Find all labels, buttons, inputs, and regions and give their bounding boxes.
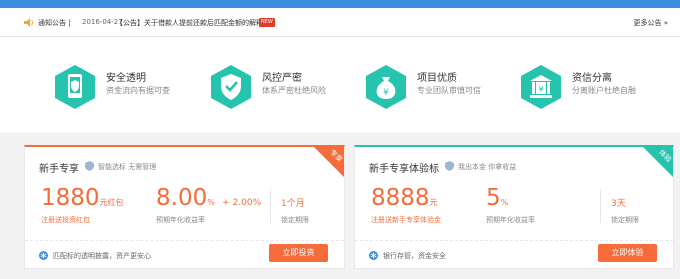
divider [270,189,271,223]
bonus-caption: 注册送投资红包 [41,216,90,224]
notice-bar: 通知公告 | 2016-04-27 【公告】关于借款人提前还款后匹配金额的解释 … [0,8,680,37]
card-tag: 智能选标 无需管理 [98,163,157,171]
ribbon: 体验 [643,147,673,177]
rate-value: 8.00 [156,185,208,211]
trial-card: 体验 新手专享体验标 我出本金 你拿收益 8888元 注册送新手专享体验金 5%… [354,145,674,269]
trial-amount: 8888元 [371,185,438,211]
term-caption: 锁定期限 [281,216,309,224]
shield-check-icon [211,65,251,109]
rate-unit: % [207,198,215,207]
shield-icon [445,161,454,171]
more-notices-link[interactable]: 更多公告 » [633,18,668,28]
divider [600,189,601,223]
rate-value: 5 [486,185,501,211]
rate-unit: % [500,198,509,207]
rate-caption: 预期年化收益率 [156,216,205,224]
feature-title: 风控严密 [262,73,302,84]
invest-now-button[interactable]: 立即投资 [269,244,328,262]
shield-icon [85,161,94,171]
term-caption: 锁定期限 [611,216,639,224]
rate-bonus: + 2.00% [222,198,262,208]
term-value: 3天 [611,199,626,209]
top-bar [0,0,680,8]
feature-subtitle: 资金流向有据可查 [106,86,170,95]
trial-amount-value: 8888 [371,185,430,211]
feature-title: 项目优质 [417,73,457,84]
bonus-amount-value: 1880 [41,185,100,211]
bank-icon: ¥ [521,65,561,109]
trial-caption: 注册送新手专享体验金 [371,216,441,224]
feature-subtitle: 体系严密杜绝风险 [262,86,326,95]
speaker-icon [24,18,33,27]
footer-text: 匹配标的透明披露，资产更安心 [53,252,151,260]
snowflake-icon [369,251,378,260]
notice-label: 通知公告 | [38,19,71,27]
money-bag-icon: ¥ [366,65,406,109]
rate-caption: 预期年化收益率 [486,216,535,224]
feature-title: 安全透明 [106,73,146,84]
footer-text: 银行存管，资金安全 [383,252,446,260]
trial-amount-unit: 元 [429,198,438,207]
newbie-exclusive-card: 专享 新手专享 智能选标 无需管理 1880元红包 注册送投资红包 8.00% … [24,145,345,269]
bonus-amount: 1880元红包 [41,185,124,211]
ribbon: 专享 [314,147,344,177]
bonus-amount-unit: 元红包 [99,198,124,207]
card-title: 新手专享体验标 [369,164,439,175]
notice-link[interactable]: 【公告】关于借款人提前还款后匹配金额的解释 [116,18,263,28]
snowflake-icon [39,251,48,260]
expected-rate: 5% [486,185,508,211]
phone-shield-icon [55,65,95,109]
feature-title: 资信分离 [572,73,612,84]
expected-rate: 8.00% + 2.00% [156,185,261,211]
feature-subtitle: 专业团队审慎可信 [417,86,481,95]
feature-subtitle: 分离账户杜绝自融 [572,86,636,95]
try-now-button[interactable]: 立即体验 [598,244,657,262]
features-section: 安全透明 资金流向有据可查 风控严密 体系严密杜绝风险 ¥ 项目优质 专业团队审… [0,37,680,133]
term-value: 1个月 [281,199,305,209]
card-tag: 我出本金 你拿收益 [458,163,517,171]
card-title: 新手专享 [39,164,79,175]
svg-text:¥: ¥ [538,85,543,94]
new-badge: NEW [259,18,275,27]
svg-text:¥: ¥ [383,88,389,98]
